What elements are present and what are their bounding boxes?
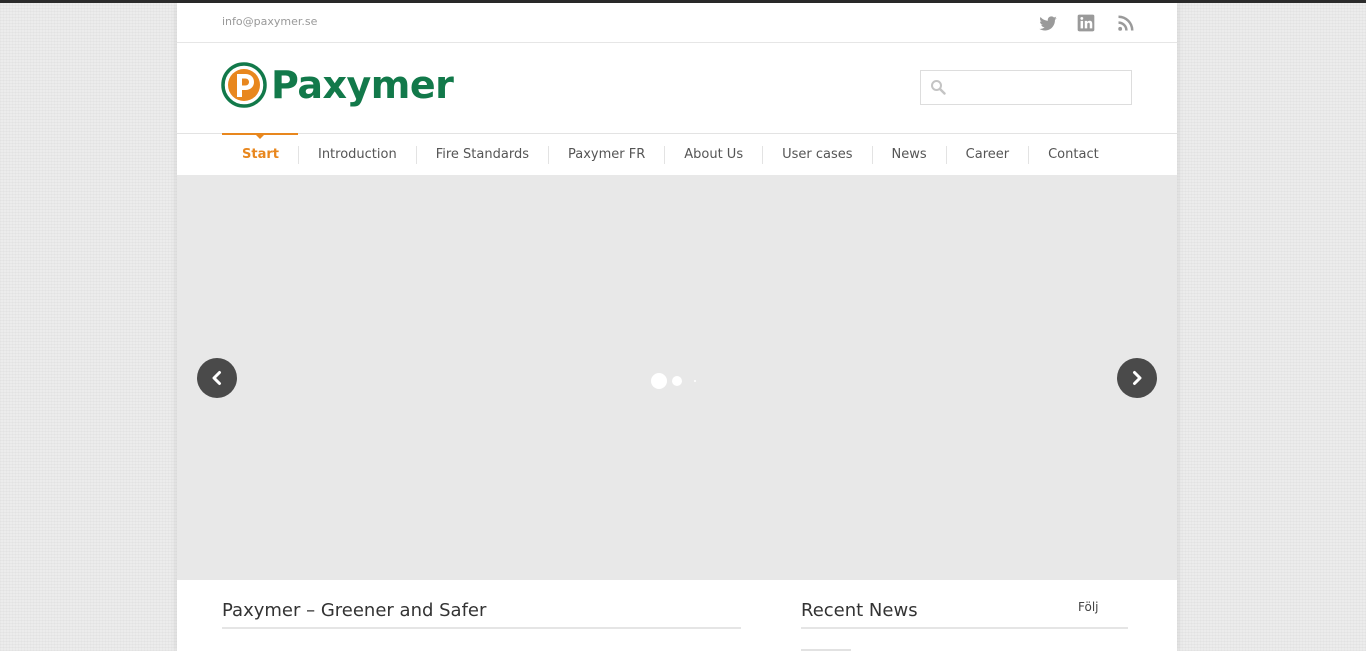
linkedin-link[interactable] — [1076, 13, 1096, 33]
chevron-left-icon — [212, 371, 221, 385]
page-wrapper: info@paxymer.se Paxymer Start Introducti… — [177, 3, 1177, 651]
follow-link[interactable]: Följ — [1078, 600, 1098, 614]
nav-item-label: Introduction — [317, 147, 397, 162]
search-box — [920, 70, 1132, 105]
active-caret-icon — [255, 135, 264, 139]
nav-list: Start Introduction Fire Standards Paxyme… — [222, 133, 1118, 175]
sidebar-divider — [801, 627, 1128, 629]
nav-item-label: About Us — [684, 147, 744, 162]
nav-item-label: News — [891, 147, 927, 162]
search-input[interactable] — [951, 71, 1130, 104]
nav-item-contact[interactable]: Contact — [1028, 134, 1118, 175]
nav-item-user-cases[interactable]: User cases — [762, 134, 871, 175]
nav-item-label: Fire Standards — [435, 147, 529, 162]
nav-item-label: User cases — [782, 147, 853, 162]
slider-prev-button[interactable] — [197, 358, 237, 398]
nav-item-introduction[interactable]: Introduction — [297, 134, 416, 175]
loading-dot-icon — [694, 380, 696, 382]
nav-item-label: Paxymer FR — [567, 147, 646, 162]
search-icon — [931, 80, 946, 95]
twitter-link[interactable] — [1038, 13, 1058, 33]
nav-item-paxymer-fr[interactable]: Paxymer FR — [547, 134, 664, 175]
linkedin-icon — [1077, 14, 1095, 32]
slider-next-button[interactable] — [1117, 358, 1157, 398]
loading-dot-icon — [651, 373, 667, 389]
contact-email-link[interactable]: info@paxymer.se — [222, 15, 317, 28]
logo-mark-icon — [221, 62, 267, 108]
nav-item-career[interactable]: Career — [945, 134, 1028, 175]
twitter-icon — [1039, 16, 1057, 31]
top-bar: info@paxymer.se — [177, 3, 1177, 43]
nav-item-fire-standards[interactable]: Fire Standards — [415, 134, 548, 175]
nav-item-label: Start — [242, 147, 279, 162]
nav-item-start[interactable]: Start — [222, 133, 298, 175]
loading-dot-icon — [672, 376, 682, 386]
logo-text: Paxymer — [271, 63, 454, 107]
main-nav: Start Introduction Fire Standards Paxyme… — [177, 133, 1177, 176]
nav-item-about-us[interactable]: About Us — [664, 134, 762, 175]
site-logo[interactable]: Paxymer — [221, 62, 454, 110]
hero-slider — [177, 175, 1177, 580]
rss-link[interactable] — [1116, 13, 1136, 33]
page-title: Paxymer – Greener and Safer — [222, 600, 487, 621]
nav-item-label: Career — [965, 147, 1010, 162]
recent-news-heading: Recent News — [801, 600, 918, 621]
nav-item-news[interactable]: News — [871, 134, 946, 175]
nav-item-label: Contact — [1048, 147, 1099, 162]
chevron-right-icon — [1133, 371, 1142, 385]
title-divider — [222, 627, 741, 629]
rss-icon — [1118, 15, 1134, 31]
